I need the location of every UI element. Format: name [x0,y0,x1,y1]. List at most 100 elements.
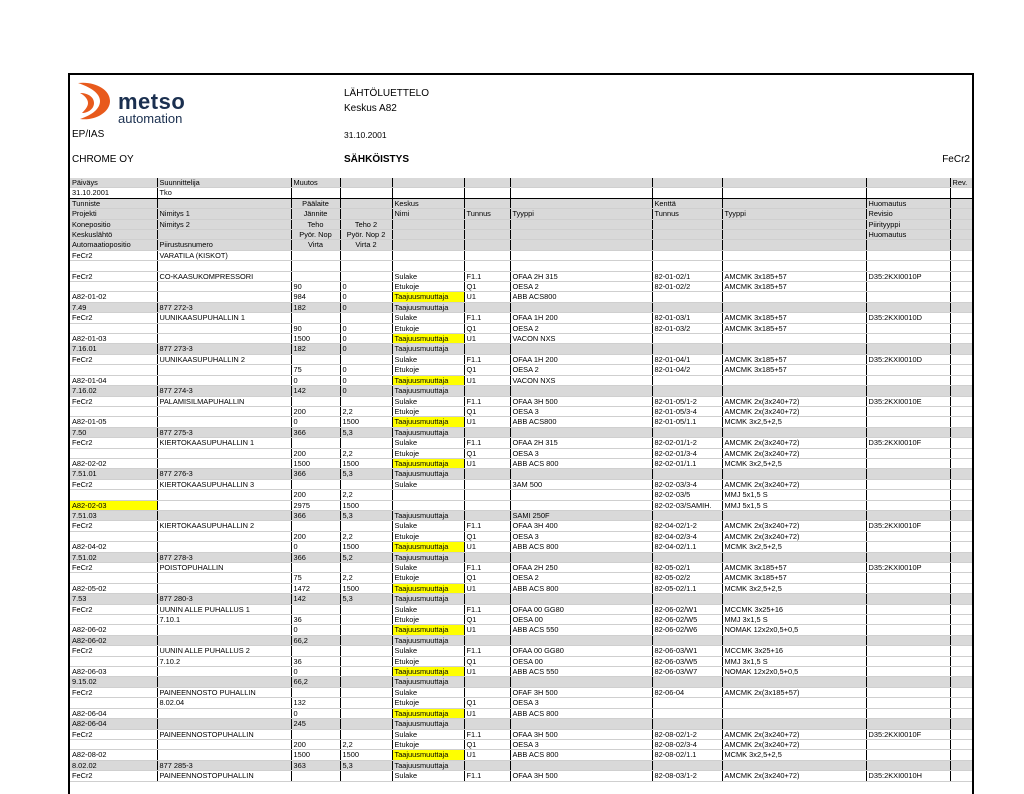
table-cell: PAINEENNOSTOPUHALLIN [157,729,292,740]
table-cell [652,468,723,480]
table-cell [866,385,951,397]
table-row: 9.15.02 66,2 Taajuusmuuttaja [70,676,972,688]
table-cell: FeCr2 [70,729,158,740]
table-cell: Taajuusmuuttaja [392,593,465,605]
table-cell [866,260,951,272]
table-cell [950,479,972,491]
table-cell: 82-01-03/1 [652,312,723,324]
table-cell [950,666,972,678]
table-cell: F1.1 [464,520,511,532]
table-cell: MCMK 3x2,5+2,5 [722,583,867,595]
table-cell: 7.16.02 [70,385,158,397]
table-cell [157,416,292,428]
table-cell [866,427,951,439]
table-cell: U1 [464,749,511,761]
table-cell [510,198,653,210]
table-cell [291,604,341,616]
table-cell: 2,2 [340,531,393,543]
table-cell: 877 278-3 [157,552,292,564]
table-cell: 182 [291,302,341,314]
table-cell: Taajuusmuuttaja [392,291,465,303]
table-row: A82-06-03 0 Taajuusmuuttaja U1 ABB ACS 550 82… [70,666,972,678]
table-cell [340,354,393,366]
table-row: FeCr2 VARATILA (KISKOT) [70,250,972,262]
table-row: A82-01-05 0 1500 Taajuusmuuttaja U1 ABB ACS80… [70,416,972,428]
table-cell: Etukoje [392,281,465,293]
table-cell [652,229,723,241]
table-cell [722,697,867,709]
table-cell: 82-04-02/1-2 [652,520,723,532]
table-cell: 366 [291,552,341,564]
table-cell: D35:2KXI0010F [866,520,951,532]
table-cell: 82-01-04/2 [652,364,723,376]
table-cell [70,406,158,418]
table-cell: MCCMK 3x25+16 [722,645,867,657]
table-cell [510,427,653,439]
table-cell [70,697,158,709]
table-cell: Keskuslähtö [70,229,158,241]
table-row: 90 0 Etukoje Q1 OESA 2 82-01-03/2 AMCMK 3x185+… [70,323,972,335]
table-cell [464,479,511,491]
table-cell: A82-06-04 [70,718,158,730]
table-cell: 5,3 [340,510,393,522]
table-cell: Taajuusmuuttaja [392,385,465,397]
table-cell: OFAA 00 GG80 [510,645,653,657]
table-cell [392,178,465,189]
table-cell: Jännite [291,208,341,220]
table-cell [866,239,951,251]
table-cell [950,427,972,439]
table-cell [950,770,972,782]
table-cell: 200 [291,531,341,543]
table-cell [950,541,972,553]
table-cell [722,468,867,480]
table-cell: 82-05-02/1.1 [652,583,723,595]
table-cell: Taajuusmuuttaja [392,718,465,730]
table-cell [950,510,972,522]
table-cell: 8.02.02 [70,760,158,772]
table-cell [510,343,653,355]
table-cell [157,500,292,512]
table-cell: UUNIKAASUPUHALLIN 2 [157,354,292,366]
table-cell [950,385,972,397]
table-cell: 3AM 500 [510,479,653,491]
table-cell [950,208,972,220]
table-cell: Taajuusmuuttaja [392,333,465,345]
table-cell: 82-06-03/W5 [652,656,723,668]
table-cell: A82-06-03 [70,666,158,678]
table-cell: OESA 3 [510,697,653,709]
table-cell [510,718,653,730]
table-cell [866,604,951,616]
table-cell [950,531,972,543]
table-cell: 7.51.03 [70,510,158,522]
table-cell: 877 272-3 [157,302,292,314]
table-cell [652,635,723,647]
table-cell: Taajuusmuuttaja [392,302,465,314]
table-cell: AMCMK 3x185+57 [722,323,867,335]
table-cell [510,239,653,251]
table-cell [157,739,292,751]
table-cell: 66,2 [291,676,341,688]
table-cell: Etukoje [392,406,465,418]
table-cell [510,219,653,231]
table-cell [340,271,393,283]
table-cell [291,645,341,657]
table-cell [950,729,972,740]
table-cell: 82-02-03/SAMIH. [652,500,723,512]
table-cell: 82-06-04 [652,687,723,699]
table-cell: 82-02-03/5 [652,489,723,501]
table-cell: Taajuusmuuttaja [392,375,465,387]
table-cell [464,198,511,210]
table-cell: F1.1 [464,437,511,449]
table-cell [866,250,951,262]
table-cell: Sulake [392,604,465,616]
table-cell: 82-01-04/1 [652,354,723,366]
table-cell [652,250,723,262]
table-cell: 0 [291,541,341,553]
table-cell [510,635,653,647]
table-cell [950,624,972,636]
table-cell [157,541,292,553]
table-cell [157,583,292,595]
table-cell: Taajuusmuuttaja [392,583,465,595]
table-cell: Etukoje [392,572,465,584]
table-cell [652,676,723,688]
